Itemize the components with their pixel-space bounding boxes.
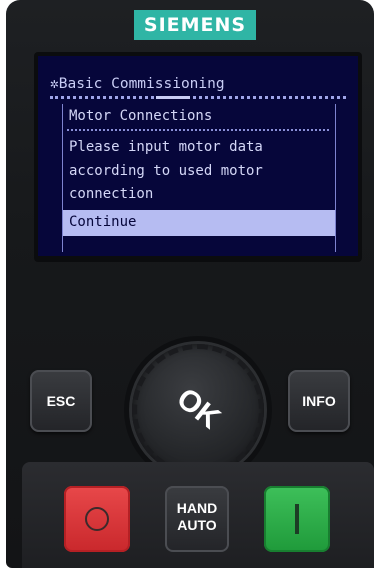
info-button[interactable]: INFO xyxy=(288,370,350,432)
continue-option[interactable]: Continue xyxy=(63,210,335,236)
stop-button[interactable] xyxy=(64,486,130,552)
title-underline xyxy=(50,96,346,99)
hand-auto-button[interactable]: HAND AUTO xyxy=(165,486,229,552)
siemens-logo: SIEMENS xyxy=(134,10,256,40)
hand-label: HAND xyxy=(176,500,218,516)
esc-button[interactable]: ESC xyxy=(30,370,92,432)
continue-option-label: Continue xyxy=(69,214,137,230)
star-icon: ✲ xyxy=(50,76,59,92)
auto-label: AUTO xyxy=(177,517,217,533)
start-button[interactable] xyxy=(264,486,330,552)
stop-circle-icon xyxy=(85,507,109,531)
dialog-message: Please input motor data according to use… xyxy=(69,139,263,202)
display-screen: ✲Basic Commissioning Motor Connections P… xyxy=(38,56,358,256)
dialog-box: Motor Connections Please input motor dat… xyxy=(62,104,336,252)
display-title-text: Basic Commissioning xyxy=(58,76,225,92)
dialog-header: Motor Connections xyxy=(69,108,213,124)
dialog-divider xyxy=(67,129,329,131)
display-title: ✲Basic Commissioning xyxy=(50,76,225,92)
operator-panel: SIEMENS ✲Basic Commissioning Motor Conne… xyxy=(6,0,374,568)
start-bar-icon xyxy=(295,504,299,534)
title-underline-marker xyxy=(156,96,190,99)
hand-auto-label: HAND AUTO xyxy=(165,500,229,534)
